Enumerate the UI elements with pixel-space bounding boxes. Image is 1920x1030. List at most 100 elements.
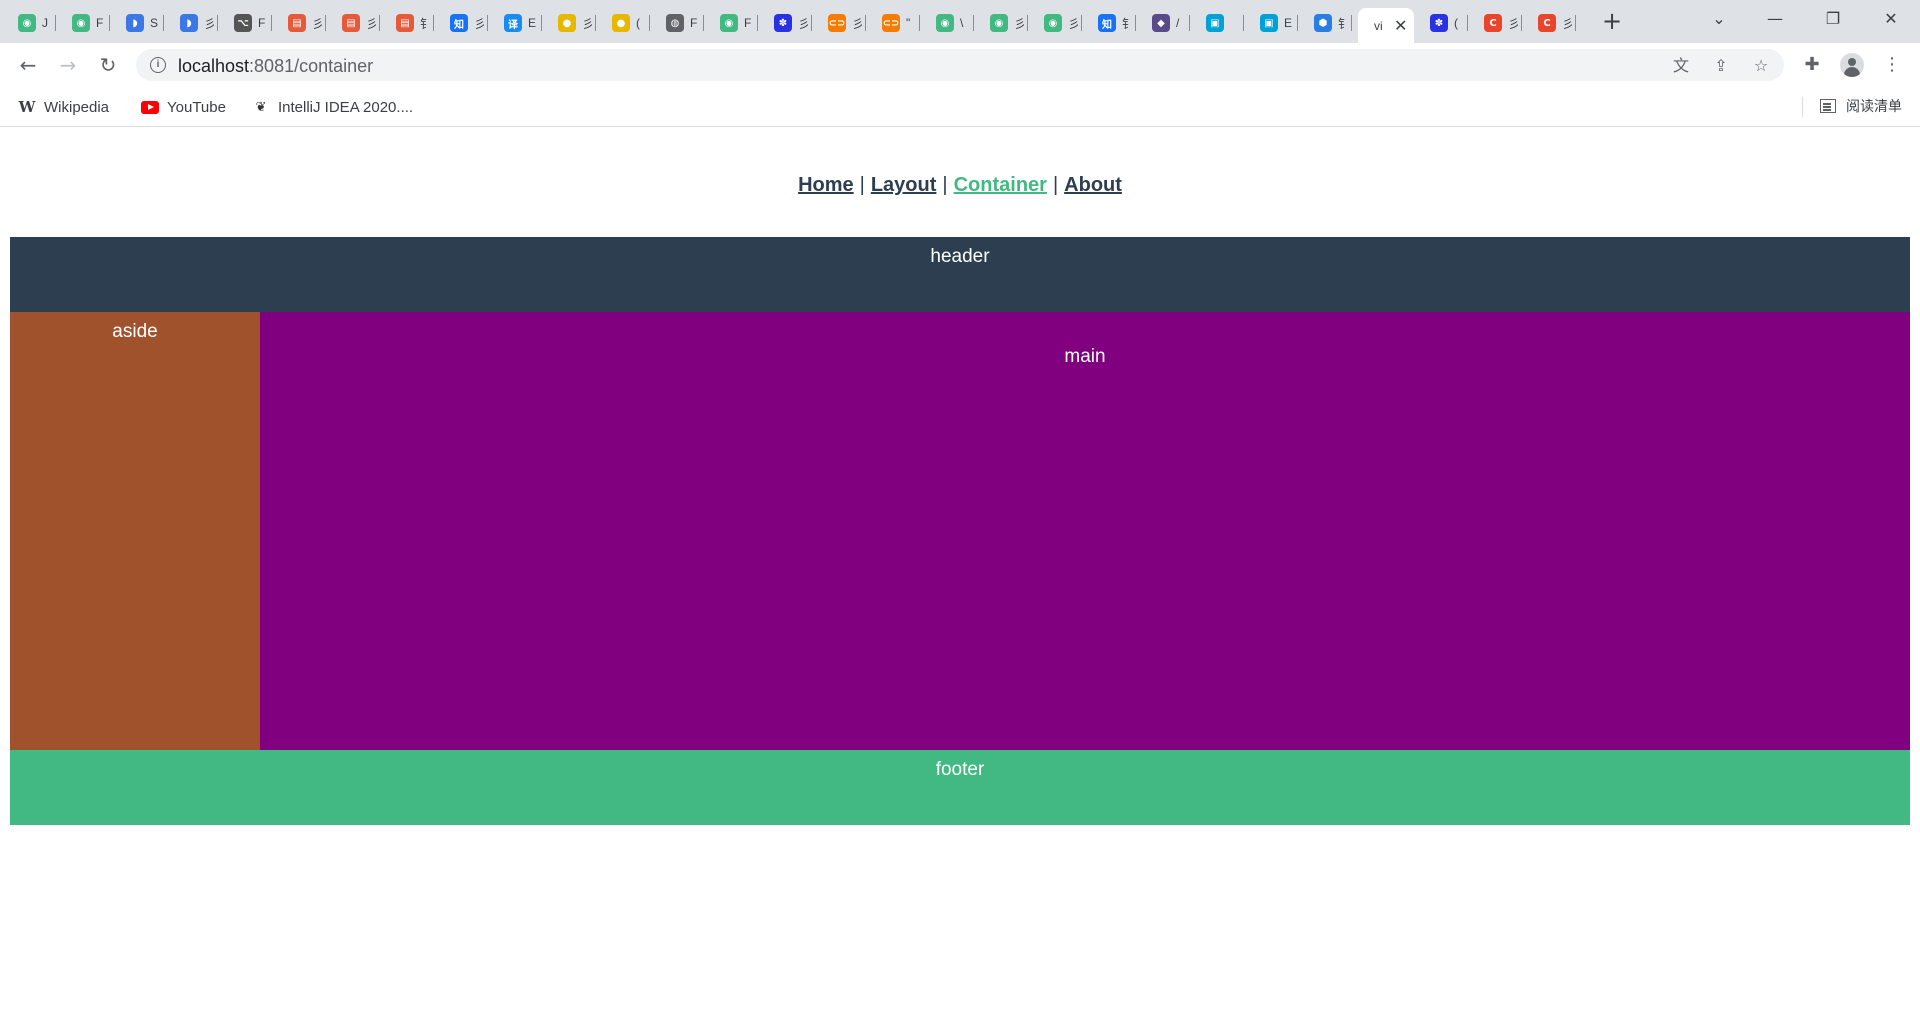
- nav-link-home[interactable]: Home: [798, 174, 854, 196]
- reload-button[interactable]: ↻: [94, 51, 122, 79]
- browser-tab[interactable]: ✽ 彡: [764, 8, 812, 38]
- extensions-puzzle-icon[interactable]: ✚: [1798, 51, 1826, 79]
- url-host: localhost: [178, 56, 250, 76]
- reading-list-icon: [1820, 99, 1836, 113]
- tab-separator: [487, 15, 488, 31]
- browser-tab[interactable]: ◉ 彡: [1034, 8, 1082, 38]
- translate-icon[interactable]: 文: [1670, 55, 1692, 77]
- tab-title: \: [960, 16, 964, 30]
- new-tab-button[interactable]: +: [1598, 8, 1626, 36]
- tab-favicon-icon: C: [1538, 14, 1556, 32]
- layout-main: main: [260, 312, 1910, 750]
- bookmarks-bar: W Wikipedia YouTube ❦ IntelliJ IDEA 2020…: [0, 87, 1920, 127]
- tab-title: F: [690, 16, 698, 30]
- tab-favicon-icon: ◗: [180, 14, 198, 32]
- browser-toolbar: ← → ↻ i localhost:8081/container 文 ⇪ ☆ ✚…: [0, 43, 1920, 87]
- browser-tab[interactable]: C彡: [1528, 8, 1576, 38]
- browser-tab[interactable]: 译E: [494, 8, 542, 38]
- tab-favicon-icon: ◉: [936, 14, 954, 32]
- tab-search-chevron-icon[interactable]: ⌄: [1696, 4, 1742, 34]
- tab-title: 彡: [1068, 16, 1078, 31]
- wikipedia-icon: W: [18, 98, 36, 116]
- browser-tab[interactable]: vi ✕: [1358, 8, 1414, 43]
- tab-title: 钅: [420, 16, 430, 31]
- browser-tab[interactable]: C彡: [1474, 8, 1522, 38]
- browser-tab[interactable]: ●(: [602, 8, 650, 38]
- browser-tab[interactable]: ◉ F: [62, 8, 110, 38]
- nav-link-layout[interactable]: Layout: [871, 174, 937, 196]
- browser-tab[interactable]: ◗ 彡: [170, 8, 218, 38]
- tab-favicon-icon: ✽: [774, 14, 792, 32]
- browser-tab[interactable]: ⬢ 钅: [1304, 8, 1352, 38]
- tab-title: 彡: [852, 16, 862, 31]
- browser-tab[interactable]: ⊂⊃ 彡: [818, 8, 866, 38]
- tab-title: 彡: [312, 16, 322, 31]
- close-window-button[interactable]: ✕: [1868, 4, 1914, 34]
- browser-tab[interactable]: ● 彡: [548, 8, 596, 38]
- menu-kebab-icon[interactable]: ⋮: [1878, 51, 1906, 79]
- bookmark-intellij[interactable]: ❦ IntelliJ IDEA 2020....: [252, 96, 414, 118]
- tab-favicon-icon: ⊂⊃: [828, 14, 846, 32]
- bookmark-star-icon[interactable]: ☆: [1750, 55, 1772, 77]
- browser-tab[interactable]: ▣: [1196, 8, 1244, 38]
- browser-tab[interactable]: ⌥ F: [224, 8, 272, 38]
- tab-separator: [1297, 15, 1298, 31]
- browser-tab[interactable]: ◆ /: [1142, 8, 1190, 38]
- tab-favicon-icon: 知: [450, 14, 468, 32]
- tab-title: 彡: [582, 16, 592, 31]
- minimize-button[interactable]: —: [1752, 4, 1798, 34]
- tab-title: 彡: [474, 16, 484, 31]
- browser-tab[interactable]: ◉ \: [926, 8, 974, 38]
- restore-button[interactable]: ❐: [1810, 4, 1856, 34]
- tab-close-icon[interactable]: ✕: [1394, 16, 1407, 35]
- browser-tab[interactable]: ▤ 钅: [386, 8, 434, 38]
- browser-tab[interactable]: ▣ E: [1250, 8, 1298, 38]
- tab-favicon-icon: ◆: [1152, 14, 1170, 32]
- tab-separator: [595, 15, 596, 31]
- url-text[interactable]: localhost:8081/container: [178, 56, 373, 77]
- browser-tab[interactable]: ▤ 彡: [332, 8, 380, 38]
- tab-separator: [811, 15, 812, 31]
- tab-favicon-icon: ◗: [126, 14, 144, 32]
- tab-separator: [973, 15, 974, 31]
- back-button[interactable]: ←: [14, 51, 42, 79]
- tab-title: S: [150, 16, 159, 30]
- bookmark-label: YouTube: [167, 98, 226, 116]
- tab-favicon-icon: C: [1484, 14, 1502, 32]
- share-icon[interactable]: ⇪: [1710, 55, 1732, 77]
- nav-separator: |: [1052, 174, 1059, 196]
- forward-button[interactable]: →: [54, 51, 82, 79]
- browser-tab[interactable]: ▤ 彡: [278, 8, 326, 38]
- browser-tab[interactable]: ⊂⊃ ": [872, 8, 920, 38]
- tab-favicon-icon: 译: [504, 14, 522, 32]
- site-info-icon[interactable]: i: [150, 57, 166, 73]
- nav-separator: |: [942, 174, 948, 196]
- footer-label: footer: [935, 759, 985, 780]
- reading-list-button[interactable]: 阅读清单: [1820, 96, 1902, 116]
- nav-link-about[interactable]: About: [1064, 174, 1122, 196]
- browser-tab[interactable]: ◍ F: [656, 8, 704, 38]
- browser-tab[interactable]: ◉ F: [710, 8, 758, 38]
- browser-tab[interactable]: ◉ 彡: [980, 8, 1028, 38]
- address-bar[interactable]: i localhost:8081/container 文 ⇪ ☆: [136, 49, 1784, 81]
- tab-separator: [55, 15, 56, 31]
- nav-link-container[interactable]: Container: [954, 174, 1047, 196]
- tab-separator: [217, 15, 218, 31]
- bookmark-youtube[interactable]: YouTube: [141, 96, 226, 118]
- bookmark-wikipedia[interactable]: W Wikipedia: [18, 96, 109, 118]
- browser-tab[interactable]: ◗ S: [116, 8, 164, 38]
- layout-aside: aside: [10, 312, 260, 750]
- tab-separator: [919, 15, 920, 31]
- profile-avatar[interactable]: [1840, 53, 1864, 77]
- browser-tab[interactable]: 知钅: [1088, 8, 1136, 38]
- tab-title: F: [258, 16, 266, 30]
- browser-tab[interactable]: ◉ J: [8, 8, 56, 38]
- tab-separator: [1575, 15, 1576, 31]
- tab-separator: [1135, 15, 1136, 31]
- tab-separator: [271, 15, 272, 31]
- tab-title: (: [1454, 16, 1458, 30]
- browser-tab[interactable]: 知彡: [440, 8, 488, 38]
- browser-tab[interactable]: ✽(: [1420, 8, 1468, 38]
- tab-separator: [1521, 15, 1522, 31]
- tab-favicon-icon: ◉: [990, 14, 1008, 32]
